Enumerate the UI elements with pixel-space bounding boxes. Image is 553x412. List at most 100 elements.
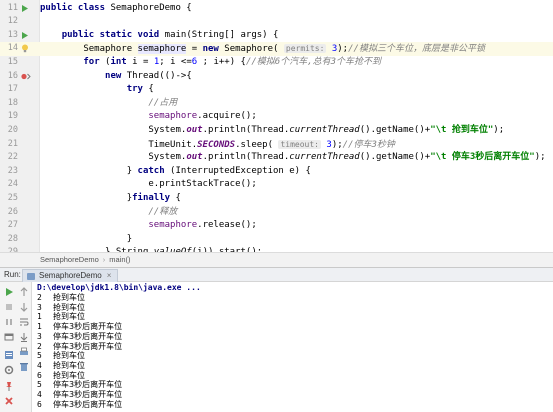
thread-name: 2 <box>37 293 42 302</box>
code-line[interactable]: 23 } catch (InterruptedException e) { <box>0 165 553 179</box>
console-message: 停车3秒后离开车位 <box>53 399 123 409</box>
code-text: } <box>40 233 133 244</box>
code-line[interactable]: 14 Semaphore semaphore = new Semaphore( … <box>0 42 553 56</box>
thread-name: 1 <box>37 312 42 322</box>
thread-name: 5 <box>37 380 42 390</box>
code-line[interactable]: 13 public static void main(String[] args… <box>0 29 553 43</box>
console-message: 抢到车位 <box>53 351 85 361</box>
code-line[interactable]: 19 semaphore.acquire(); <box>0 110 553 124</box>
breadcrumb-method[interactable]: main() <box>109 255 130 264</box>
code-line[interactable]: 17 try { <box>0 83 553 97</box>
console-message: 停车3秒后离开车位 <box>53 322 123 332</box>
scroll-down-icon[interactable] <box>18 301 30 313</box>
code-line[interactable]: 15 for (int i = 1; i <=6 ; i++) {//模拟6个汽… <box>0 56 553 70</box>
line-number: 12 <box>7 16 18 27</box>
breadcrumb: SemaphoreDemo › main() <box>0 252 553 267</box>
code-text: semaphore.acquire(); <box>148 111 257 122</box>
code-text: //占用 <box>148 97 178 108</box>
run-toolbar <box>0 282 32 412</box>
code-text: new Thread(()->{ <box>105 70 192 81</box>
code-line[interactable]: 21 TimeUnit.SECONDS.sleep( timeout: 3);/… <box>0 138 553 152</box>
stop-icon[interactable] <box>3 301 15 313</box>
scroll-up-icon[interactable] <box>18 286 30 298</box>
line-number: 24 <box>7 179 18 190</box>
thread-name: 2 <box>37 341 42 351</box>
code-line[interactable]: 20 System.out.println(Thread.currentThre… <box>0 124 553 138</box>
run-panel-label: Run: <box>4 270 21 279</box>
console-message: 停车3秒后离开车位 <box>53 331 123 341</box>
rerun-icon[interactable] <box>3 286 15 298</box>
run-panel-header: Run: SemaphoreDemo × <box>0 267 553 282</box>
code-line[interactable]: 12 <box>0 15 553 29</box>
thread-name: 3 <box>37 302 42 312</box>
code-text: try { <box>126 84 154 95</box>
intention-bulb-icon[interactable] <box>20 42 32 56</box>
line-number: 19 <box>7 111 18 122</box>
line-number: 13 <box>7 29 18 40</box>
console-line: 6 停车3秒后离开车位 <box>37 400 122 410</box>
print-icon[interactable] <box>18 346 30 358</box>
settings-icon[interactable] <box>3 364 15 376</box>
console-line: 3 停车3秒后离开车位 <box>37 332 122 342</box>
console-line: 4 停车3秒后离开车位 <box>37 390 122 400</box>
breadcrumb-separator: › <box>102 255 106 264</box>
thread-name: 6 <box>37 399 42 409</box>
code-line[interactable]: 27 semaphore.release(); <box>0 219 553 233</box>
dump-threads-icon[interactable] <box>3 349 15 361</box>
line-number: 20 <box>7 124 18 135</box>
breakpoint-icon[interactable] <box>20 70 32 84</box>
console-message: 抢到车位 <box>53 302 85 312</box>
code-text: } catch (InterruptedException e) { <box>40 165 311 176</box>
code-text: e.printStackTrace(); <box>40 179 257 190</box>
thread-name: 4 <box>37 360 42 370</box>
console-command-line: D:\develop\jdk1.8\bin\java.exe ... <box>37 283 201 292</box>
line-number: 27 <box>7 220 18 231</box>
console-line: 5 抢到车位 <box>37 351 85 361</box>
code-line[interactable]: 16 new Thread(()->{ <box>0 70 553 84</box>
code-text: for (int i = 1; i <=6 ; i++) {//模拟6个汽车,总… <box>83 56 382 67</box>
clear-all-icon[interactable] <box>18 361 30 373</box>
application-icon <box>27 273 35 280</box>
run-tab[interactable]: SemaphoreDemo × <box>22 269 119 282</box>
thread-name: 4 <box>37 390 42 399</box>
close-icon[interactable] <box>3 395 15 407</box>
breadcrumb-class[interactable]: SemaphoreDemo <box>40 255 99 264</box>
console-line: 6 抢到车位 <box>37 371 85 381</box>
line-number: 22 <box>7 152 18 163</box>
console-line: 1 抢到车位 <box>37 312 85 322</box>
line-number: 18 <box>7 97 18 108</box>
console-message: 停车3秒后离开车位 <box>53 380 123 390</box>
close-tab-icon[interactable]: × <box>102 271 112 280</box>
scroll-to-end-icon[interactable] <box>18 331 30 343</box>
run-tab-label: SemaphoreDemo <box>39 271 102 280</box>
code-line[interactable]: 24 e.printStackTrace(); <box>0 178 553 192</box>
code-line[interactable]: 18 //占用 <box>0 97 553 111</box>
code-editor[interactable]: 11 public class SemaphoreDemo {12 13 publi… <box>0 0 553 298</box>
run-icon[interactable] <box>20 2 32 16</box>
run-icon[interactable] <box>20 29 32 43</box>
pause-icon[interactable] <box>3 316 15 328</box>
restore-layout-icon[interactable] <box>3 331 15 343</box>
code-line[interactable]: 22 System.out.println(Thread.currentThre… <box>0 151 553 165</box>
console-message: 停车3秒后离开车位 <box>53 390 123 399</box>
code-line[interactable]: 11 public class SemaphoreDemo { <box>0 2 553 16</box>
console-line: 3 抢到车位 <box>37 303 85 313</box>
thread-name: 1 <box>37 322 42 332</box>
code-text: System.out.println(Thread.currentThread(… <box>40 124 505 135</box>
line-number: 26 <box>7 206 18 217</box>
console-line: 2 抢到车位 <box>37 293 85 303</box>
code-line[interactable]: 26 //释放 <box>0 206 553 220</box>
line-number: 16 <box>7 70 18 81</box>
console-message: 抢到车位 <box>53 293 85 302</box>
thread-name: 6 <box>37 370 42 380</box>
code-text: System.out.println(Thread.currentThread(… <box>40 152 546 163</box>
line-number: 15 <box>7 56 18 67</box>
code-line[interactable]: 28 } <box>0 233 553 247</box>
soft-wrap-icon[interactable] <box>18 316 30 328</box>
code-line[interactable]: 25 }finally { <box>0 192 553 206</box>
code-text: //释放 <box>148 206 178 217</box>
console-output[interactable]: D:\develop\jdk1.8\bin\java.exe ... 2 抢到车位… <box>33 282 553 412</box>
code-text: public static void main(String[] args) { <box>61 29 279 40</box>
pin-icon[interactable] <box>3 380 15 392</box>
code-text: }finally { <box>40 192 181 203</box>
